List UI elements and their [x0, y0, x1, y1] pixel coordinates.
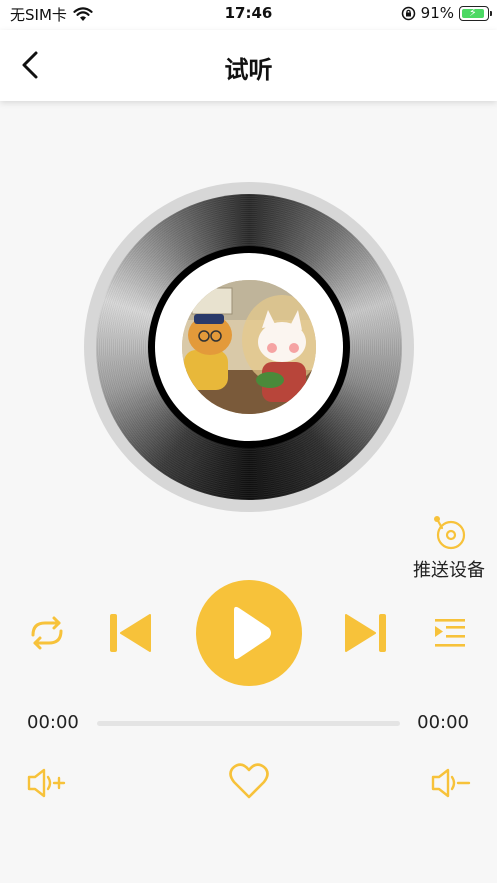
status-bar: 无SIM卡 17:46 91% ⚡ — [0, 0, 497, 30]
album-cover-image — [182, 280, 316, 414]
progress-row: 00:00 00:00 — [0, 710, 497, 736]
next-button[interactable] — [344, 612, 388, 658]
volume-down-icon — [431, 768, 471, 798]
nav-bar: 试听 — [0, 30, 497, 101]
previous-icon — [110, 614, 151, 652]
play-button[interactable] — [196, 580, 302, 686]
record-player-icon — [434, 516, 466, 550]
next-icon — [345, 614, 386, 652]
battery-percent: 91% — [420, 4, 454, 22]
playback-controls — [0, 580, 497, 686]
heart-icon — [229, 763, 269, 799]
push-device-button[interactable]: 推送设备 — [409, 514, 489, 582]
favorite-button[interactable] — [228, 762, 270, 804]
status-right: 91% ⚡ — [401, 4, 492, 22]
repeat-icon — [31, 616, 63, 650]
battery-icon: ⚡ — [459, 5, 492, 21]
current-time: 00:00 — [27, 712, 79, 733]
vinyl-disc — [84, 182, 414, 512]
volume-down-button[interactable] — [430, 766, 472, 804]
progress-bar[interactable] — [97, 721, 400, 726]
orientation-lock-icon — [401, 6, 415, 20]
volume-up-button[interactable] — [26, 766, 68, 804]
page-title: 试听 — [224, 56, 273, 84]
repeat-button[interactable] — [25, 613, 69, 657]
push-device-label: 推送设备 — [413, 560, 485, 581]
volume-up-icon — [27, 768, 66, 798]
total-time: 00:00 — [417, 712, 469, 733]
charging-bolt-icon: ⚡ — [469, 5, 477, 19]
playlist-button[interactable] — [433, 616, 467, 654]
playlist-icon — [435, 619, 465, 647]
bottom-controls — [0, 762, 497, 802]
play-icon — [234, 606, 271, 660]
previous-button[interactable] — [108, 612, 152, 658]
